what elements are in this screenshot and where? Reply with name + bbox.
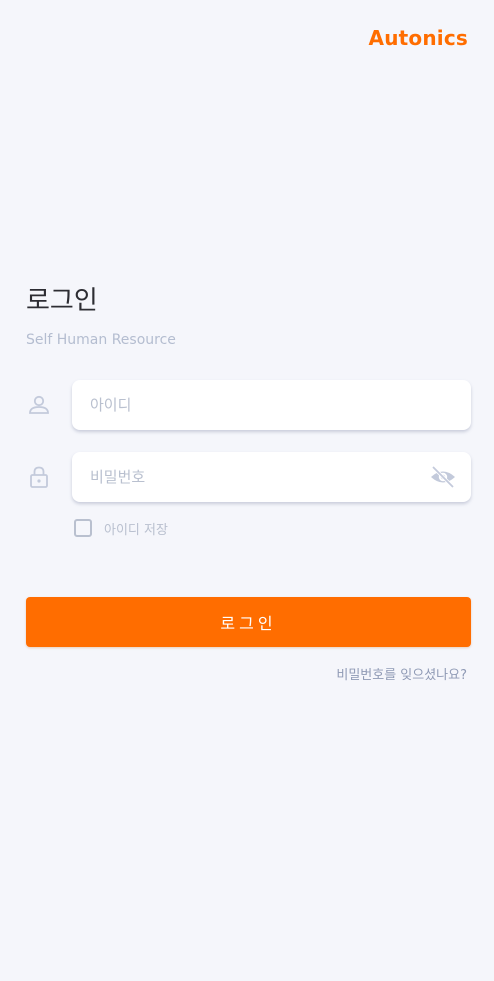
user-icon: [26, 392, 52, 418]
page-subtitle: Self Human Resource: [26, 332, 176, 348]
id-input[interactable]: [72, 380, 410, 430]
password-input-box: [72, 452, 471, 502]
brand-logo: Autonics: [368, 26, 468, 50]
remember-id-option[interactable]: 아이디 저장: [74, 518, 168, 538]
password-input[interactable]: [72, 452, 410, 502]
page-title: 로그인: [26, 286, 98, 316]
remember-id-label: 아이디 저장: [104, 522, 168, 538]
login-button[interactable]: 로그인: [26, 597, 471, 647]
id-field-row: [26, 380, 471, 430]
id-input-box: [72, 380, 471, 430]
remember-id-checkbox[interactable]: [74, 519, 92, 537]
eye-off-icon[interactable]: [429, 464, 457, 490]
password-field-row: [26, 452, 471, 502]
forgot-password-link[interactable]: 비밀번호를 잊으셨나요?: [336, 664, 467, 683]
lock-icon: [26, 464, 52, 490]
